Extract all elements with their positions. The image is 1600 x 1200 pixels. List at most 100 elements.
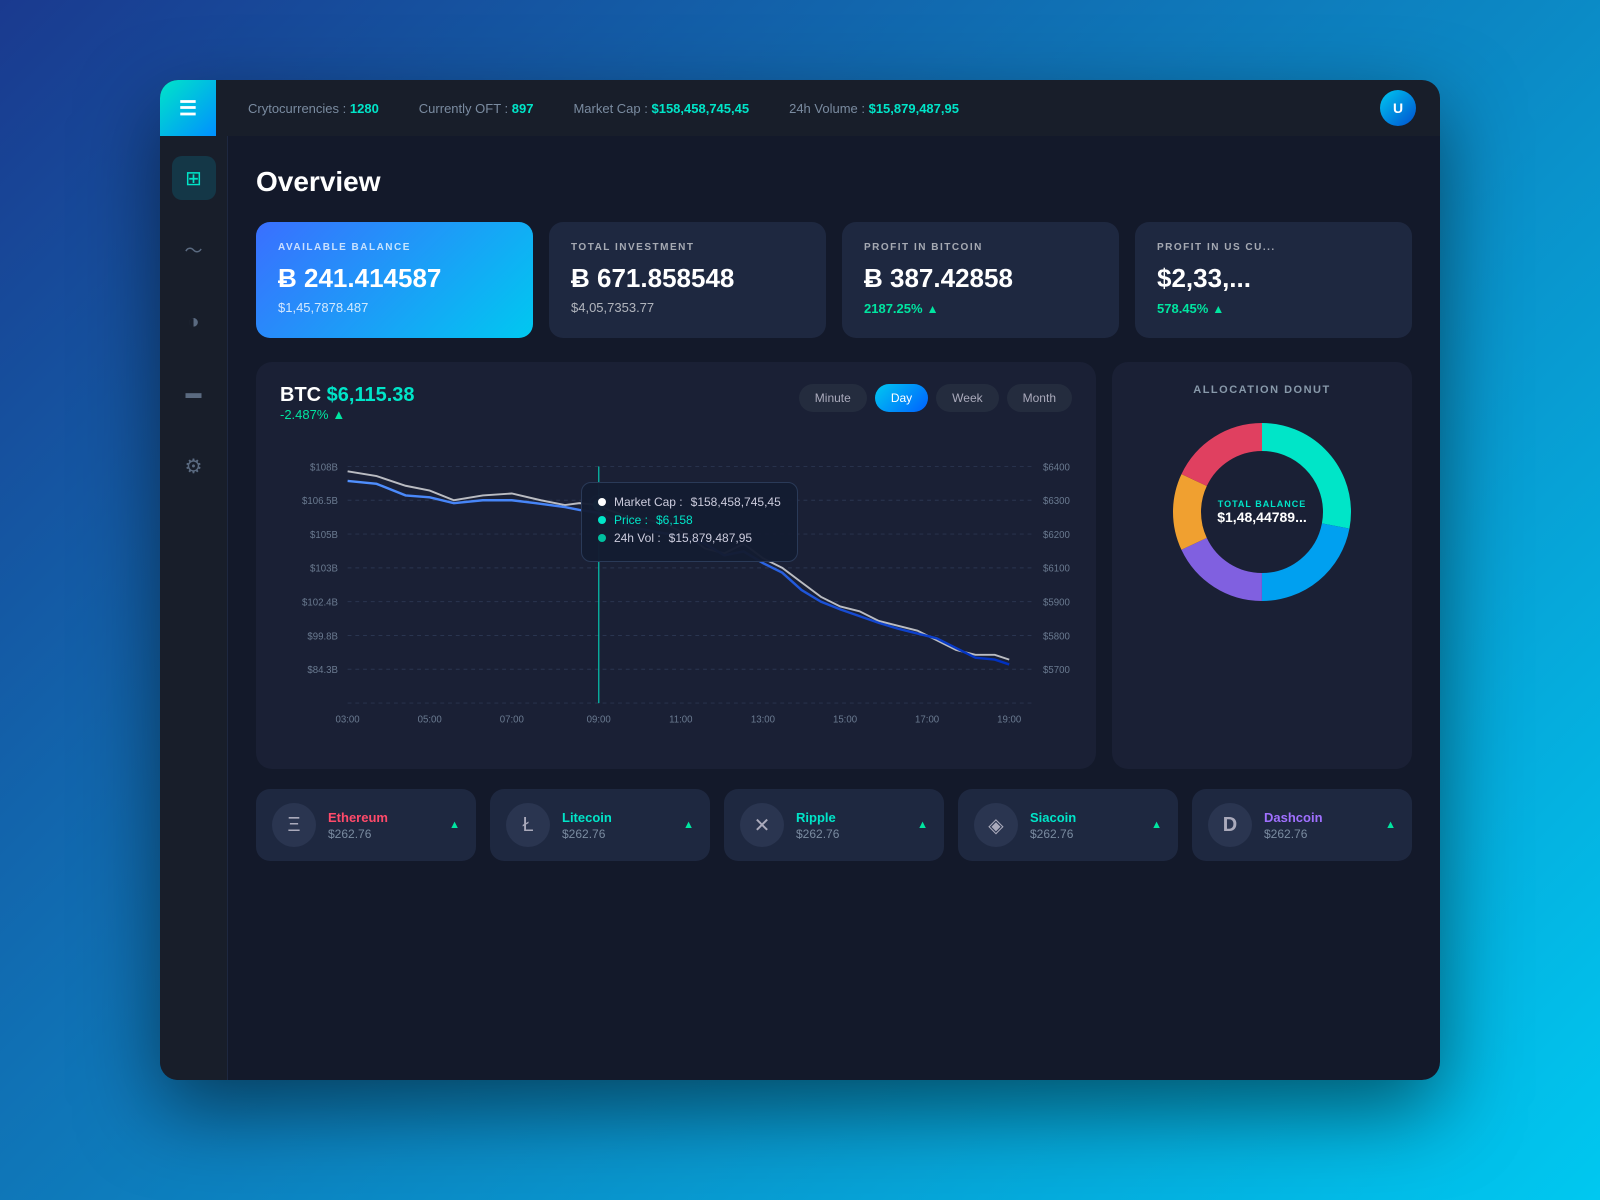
sidebar-item-settings[interactable]: ⚙	[172, 444, 216, 488]
card-available-balance-sub: $1,45,7878.487	[278, 300, 511, 315]
card-total-investment-value: Ƀ 671.858548	[571, 263, 804, 294]
dash-change: ▲	[1385, 819, 1396, 831]
sc-icon: ◈	[988, 813, 1003, 838]
stat-24h-volume: 24h Volume : $15,879,487,95	[789, 101, 959, 116]
dash-icon: D	[1223, 814, 1237, 837]
btc-chart-svg: $108B $106.5B $105B $103B $102.4B $99.8B…	[280, 442, 1072, 742]
sc-icon-circle: ◈	[974, 803, 1018, 847]
coin-card-eth: Ξ Ethereum $262.76 ▲	[256, 789, 476, 861]
chart-btc-change: -2.487% ▲	[280, 407, 415, 422]
xrp-info: Ripple $262.76	[796, 810, 839, 841]
xrp-icon: ✕	[754, 813, 771, 838]
dash-icon-circle: D	[1208, 803, 1252, 847]
svg-text:$6100: $6100	[1043, 564, 1070, 575]
menu-icon: ☰	[179, 96, 197, 121]
eth-icon: Ξ	[288, 814, 301, 837]
xrp-name: Ripple	[796, 810, 839, 825]
app-container: ☰ Crytocurrencies : 1280 Currently OFT :…	[160, 80, 1440, 1080]
svg-text:11:00: 11:00	[669, 714, 692, 725]
eth-info: Ethereum $262.76	[328, 810, 388, 841]
time-btn-week[interactable]: Week	[936, 384, 998, 412]
topbar-stats: Crytocurrencies : 1280 Currently OFT : 8…	[248, 101, 1380, 116]
ltc-icon-circle: Ł	[506, 803, 550, 847]
btc-chart-card: BTC $6,115.38 -2.487% ▲ Minute Day Week	[256, 362, 1096, 769]
ltc-change: ▲	[683, 819, 694, 831]
donut-balance-label: TOTAL BALANCE	[1217, 499, 1307, 509]
svg-text:$105B: $105B	[310, 530, 338, 541]
dash-price: $262.76	[1264, 827, 1323, 841]
chart-btc-price: $6,115.38	[327, 384, 415, 406]
svg-text:$99.8B: $99.8B	[307, 631, 338, 642]
card-profit-usd-pct: 578.45% ▲	[1157, 301, 1224, 316]
card-available-balance-value: Ƀ 241.414587	[278, 263, 511, 294]
profit-btc-arrow-icon: ▲	[927, 302, 939, 316]
svg-text:$6400: $6400	[1043, 462, 1070, 473]
svg-text:09:00: 09:00	[587, 714, 611, 725]
svg-text:$6300: $6300	[1043, 496, 1070, 507]
coin-card-sc: ◈ Siacoin $262.76 ▲	[958, 789, 1178, 861]
card-available-balance-label: AVAILABLE BALANCE	[278, 242, 511, 253]
card-total-investment-sub: $4,05,7353.77	[571, 300, 804, 315]
card-profit-usd-label: PROFIT IN US CU...	[1157, 242, 1390, 253]
profit-usd-pct-value: 578.45%	[1157, 301, 1208, 316]
stat-market-cap: Market Cap : $158,458,745,45	[573, 101, 749, 116]
settings-icon: ⚙	[185, 454, 203, 479]
svg-text:$5900: $5900	[1043, 598, 1070, 609]
avatar[interactable]: U	[1380, 90, 1416, 126]
sc-info: Siacoin $262.76	[1030, 810, 1076, 841]
time-btn-month[interactable]: Month	[1007, 384, 1072, 412]
time-buttons: Minute Day Week Month	[799, 384, 1072, 412]
svg-text:$6200: $6200	[1043, 530, 1070, 541]
sidebar: ⊞ 〜 ◑ ▬ ⚙	[160, 136, 228, 1080]
stat-oft: Currently OFT : 897	[419, 101, 534, 116]
svg-text:$102.4B: $102.4B	[302, 598, 338, 609]
card-profit-btc-pct: 2187.25% ▲	[864, 301, 938, 316]
xrp-change: ▲	[917, 819, 928, 831]
time-btn-day[interactable]: Day	[875, 384, 928, 412]
donut-center: TOTAL BALANCE $1,48,44789...	[1217, 499, 1307, 525]
profit-usd-arrow-icon: ▲	[1212, 302, 1224, 316]
eth-price: $262.76	[328, 827, 388, 841]
menu-button[interactable]: ☰	[160, 80, 216, 136]
ltc-name: Litecoin	[562, 810, 612, 825]
chart-svg-wrapper: $108B $106.5B $105B $103B $102.4B $99.8B…	[280, 442, 1072, 747]
donut-balance-value: $1,48,44789...	[1217, 509, 1307, 525]
sidebar-item-pie[interactable]: ◑	[172, 300, 216, 344]
page-title: Overview	[256, 166, 1412, 198]
sidebar-item-dashboard[interactable]: ⊞	[172, 156, 216, 200]
donut-title: ALLOCATION DONUT	[1193, 384, 1330, 396]
btc-change-arrow-icon: ▲	[332, 407, 345, 422]
time-btn-minute[interactable]: Minute	[799, 384, 867, 412]
card-profit-btc: PROFIT IN BITCOIN Ƀ 387.42858 2187.25% ▲	[842, 222, 1119, 338]
chart-btc-info: BTC $6,115.38 -2.487% ▲	[280, 384, 415, 438]
sidebar-item-chart[interactable]: 〜	[172, 228, 216, 272]
donut-card: ALLOCATION DONUT	[1112, 362, 1412, 769]
svg-text:$5800: $5800	[1043, 631, 1070, 642]
content-area: Overview AVAILABLE BALANCE Ƀ 241.414587 …	[228, 136, 1440, 1080]
xrp-icon-circle: ✕	[740, 803, 784, 847]
svg-text:$84.3B: $84.3B	[307, 665, 338, 676]
card-profit-usd: PROFIT IN US CU... $2,33,... 578.45% ▲	[1135, 222, 1412, 338]
card-profit-usd-value: $2,33,...	[1157, 263, 1390, 294]
chart-section: BTC $6,115.38 -2.487% ▲ Minute Day Week	[256, 362, 1412, 769]
dashboard-icon: ⊞	[185, 166, 202, 191]
svg-text:17:00: 17:00	[915, 714, 939, 725]
ltc-info: Litecoin $262.76	[562, 810, 612, 841]
ltc-icon: Ł	[522, 814, 533, 837]
sc-change: ▲	[1151, 819, 1162, 831]
svg-text:03:00: 03:00	[336, 714, 360, 725]
svg-text:13:00: 13:00	[751, 714, 775, 725]
svg-text:$5700: $5700	[1043, 665, 1070, 676]
sidebar-item-card[interactable]: ▬	[172, 372, 216, 416]
dash-name: Dashcoin	[1264, 810, 1323, 825]
card-icon: ▬	[186, 385, 202, 403]
card-profit-btc-value: Ƀ 387.42858	[864, 263, 1097, 294]
svg-text:$108B: $108B	[310, 462, 338, 473]
main-layout: ⊞ 〜 ◑ ▬ ⚙ Overview AVAILABLE BALANCE Ƀ	[160, 136, 1440, 1080]
stat-cryptocurrencies: Crytocurrencies : 1280	[248, 101, 379, 116]
card-available-balance: AVAILABLE BALANCE Ƀ 241.414587 $1,45,787…	[256, 222, 533, 338]
pie-icon: ◑	[187, 311, 199, 334]
card-total-investment: TOTAL INVESTMENT Ƀ 671.858548 $4,05,7353…	[549, 222, 826, 338]
xrp-price: $262.76	[796, 827, 839, 841]
card-total-investment-label: TOTAL INVESTMENT	[571, 242, 804, 253]
